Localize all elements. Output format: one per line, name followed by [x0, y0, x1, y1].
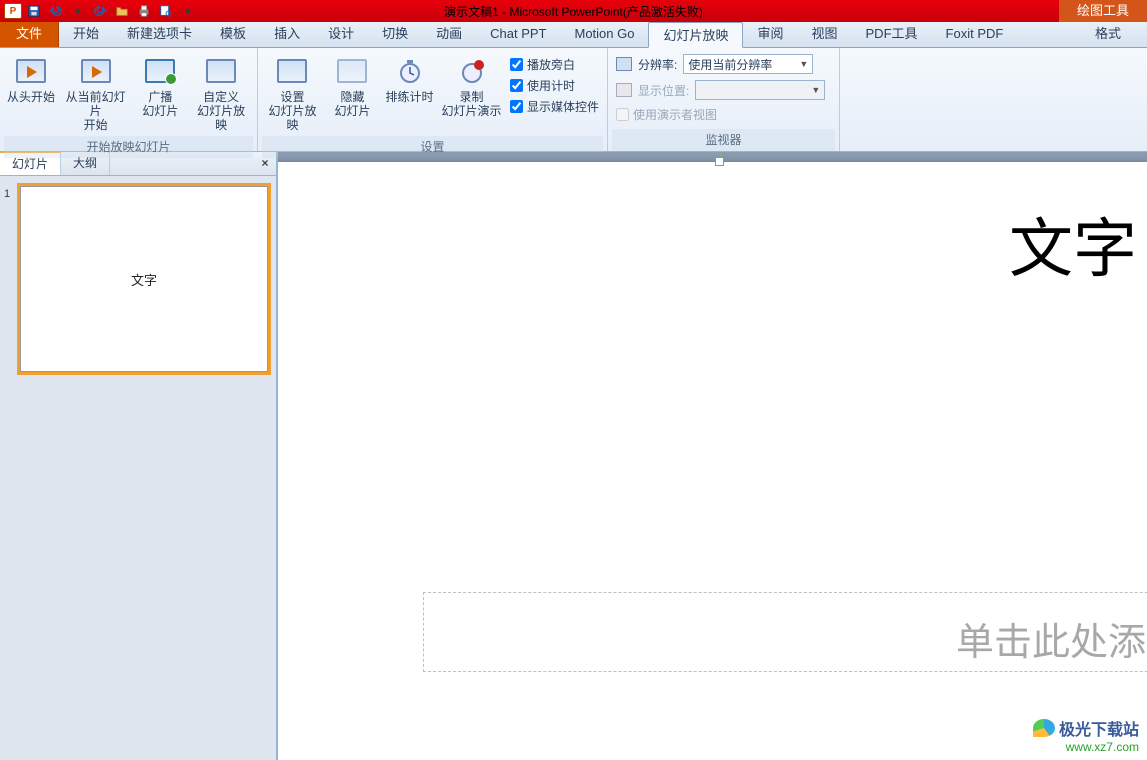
watermark-url: www.xz7.com	[1033, 740, 1139, 754]
ribbon-tabs: 文件 开始 新建选项卡 模板 插入 设计 切换 动画 Chat PPT Moti…	[0, 22, 1147, 48]
from-current-button[interactable]: 从当前幻灯片开始	[60, 50, 131, 136]
undo-dropdown[interactable]: ▾	[68, 2, 88, 20]
ribbon: 从头开始 从当前幻灯片开始 广播幻灯片 自定义幻灯片放映 开始放映幻灯片 设置幻…	[0, 48, 1147, 152]
group-start-slideshow: 从头开始 从当前幻灯片开始 广播幻灯片 自定义幻灯片放映 开始放映幻灯片	[0, 48, 258, 151]
group-monitors: 分辨率: 使用当前分辨率▼ 显示位置: ▼ 使用演示者视图 监视器	[608, 48, 840, 151]
use-timings-checkbox[interactable]: 使用计时	[506, 75, 603, 96]
thumbnails-area[interactable]: 1 文字	[0, 176, 276, 760]
presenter-view-checkbox: 使用演示者视图	[612, 104, 829, 125]
show-media-controls-checkbox[interactable]: 显示媒体控件	[506, 96, 603, 117]
tab-review[interactable]: 审阅	[743, 21, 797, 47]
rehearse-timings-button[interactable]: 排练计时	[382, 50, 437, 108]
tab-slideshow[interactable]: 幻灯片放映	[648, 22, 743, 48]
monitor-icon	[616, 83, 632, 97]
tab-motiongo[interactable]: Motion Go	[560, 21, 648, 47]
open-button[interactable]	[112, 2, 132, 20]
subtitle-textbox[interactable]: 单击此处添加副	[423, 592, 1147, 672]
print-preview-button[interactable]	[156, 2, 176, 20]
quick-access-toolbar: P ▾ ▾	[0, 2, 198, 20]
slide-thumbnail-1[interactable]: 1 文字	[4, 186, 272, 372]
show-on-combo: ▼	[695, 80, 825, 100]
tab-home[interactable]: 开始	[59, 21, 113, 47]
tab-template[interactable]: 模板	[206, 21, 260, 47]
window-title: 演示文稿1 - Microsoft PowerPoint(产品激活失败)	[444, 3, 703, 20]
thumb-number: 1	[4, 186, 16, 372]
title-textbox[interactable]: 文字	[278, 162, 1147, 328]
resolution-row: 分辨率: 使用当前分辨率▼	[612, 52, 829, 76]
app-icon[interactable]: P	[4, 3, 22, 19]
group-setup: 设置幻灯片放映 隐藏幻灯片 排练计时 录制幻灯片演示 播放旁白 使用计时 显示媒…	[258, 48, 608, 151]
play-narrations-checkbox[interactable]: 播放旁白	[506, 54, 603, 75]
setup-slideshow-button[interactable]: 设置幻灯片放映	[262, 50, 323, 136]
watermark-logo: 极光下载站	[1033, 716, 1139, 740]
tab-foxitpdf[interactable]: Foxit PDF	[932, 21, 1018, 47]
contextual-tab-drawing-tools[interactable]: 绘图工具	[1059, 0, 1147, 22]
redo-button[interactable]	[90, 2, 110, 20]
tab-animation[interactable]: 动画	[422, 21, 476, 47]
swirl-icon	[1033, 719, 1055, 737]
content-area: 幻灯片 大纲 × 1 文字	[0, 152, 1147, 760]
resolution-combo[interactable]: 使用当前分辨率▼	[683, 54, 813, 74]
custom-slideshow-button[interactable]: 自定义幻灯片放映	[189, 50, 253, 136]
subtitle-placeholder[interactable]: 单击此处添加副	[424, 593, 1147, 666]
qat-customize[interactable]: ▾	[178, 2, 198, 20]
tab-format[interactable]: 格式	[1081, 21, 1135, 47]
resize-handle-t[interactable]	[715, 157, 724, 166]
thumb-preview[interactable]: 文字	[20, 186, 268, 372]
record-slideshow-button[interactable]: 录制幻灯片演示	[439, 50, 504, 122]
tab-transition[interactable]: 切换	[368, 21, 422, 47]
show-on-label: 显示位置:	[638, 82, 689, 99]
tab-file[interactable]: 文件	[0, 21, 59, 47]
title-text[interactable]: 文字	[1009, 198, 1137, 290]
title-bar: P ▾ ▾ 演示文稿1 - Microsoft PowerPoint(产品激活失…	[0, 0, 1147, 22]
tab-pdftools[interactable]: PDF工具	[852, 21, 932, 47]
watermark: 极光下载站 www.xz7.com	[1033, 716, 1139, 754]
tab-view[interactable]: 视图	[798, 21, 852, 47]
thumb-title-text: 文字	[131, 270, 157, 289]
broadcast-button[interactable]: 广播幻灯片	[133, 50, 187, 122]
group-label: 监视器	[612, 129, 835, 151]
slide-editor[interactable]: 文字 单击此处添加副 极光下载站 www.xz7.com	[278, 152, 1147, 760]
from-beginning-button[interactable]: 从头开始	[4, 50, 58, 108]
tab-new[interactable]: 新建选项卡	[113, 21, 206, 47]
save-button[interactable]	[24, 2, 44, 20]
tab-design[interactable]: 设计	[314, 21, 368, 47]
group-label: 开始放映幻灯片	[4, 136, 253, 158]
show-on-row: 显示位置: ▼	[612, 78, 829, 102]
slides-panel: 幻灯片 大纲 × 1 文字	[0, 152, 278, 760]
undo-button[interactable]	[46, 2, 66, 20]
quick-print-button[interactable]	[134, 2, 154, 20]
monitor-icon	[616, 57, 632, 71]
tab-insert[interactable]: 插入	[260, 21, 314, 47]
tab-chatppt[interactable]: Chat PPT	[476, 21, 560, 47]
hide-slide-button[interactable]: 隐藏幻灯片	[325, 50, 380, 122]
resolution-label: 分辨率:	[638, 56, 677, 73]
slide-canvas[interactable]: 文字 单击此处添加副	[278, 162, 1147, 760]
